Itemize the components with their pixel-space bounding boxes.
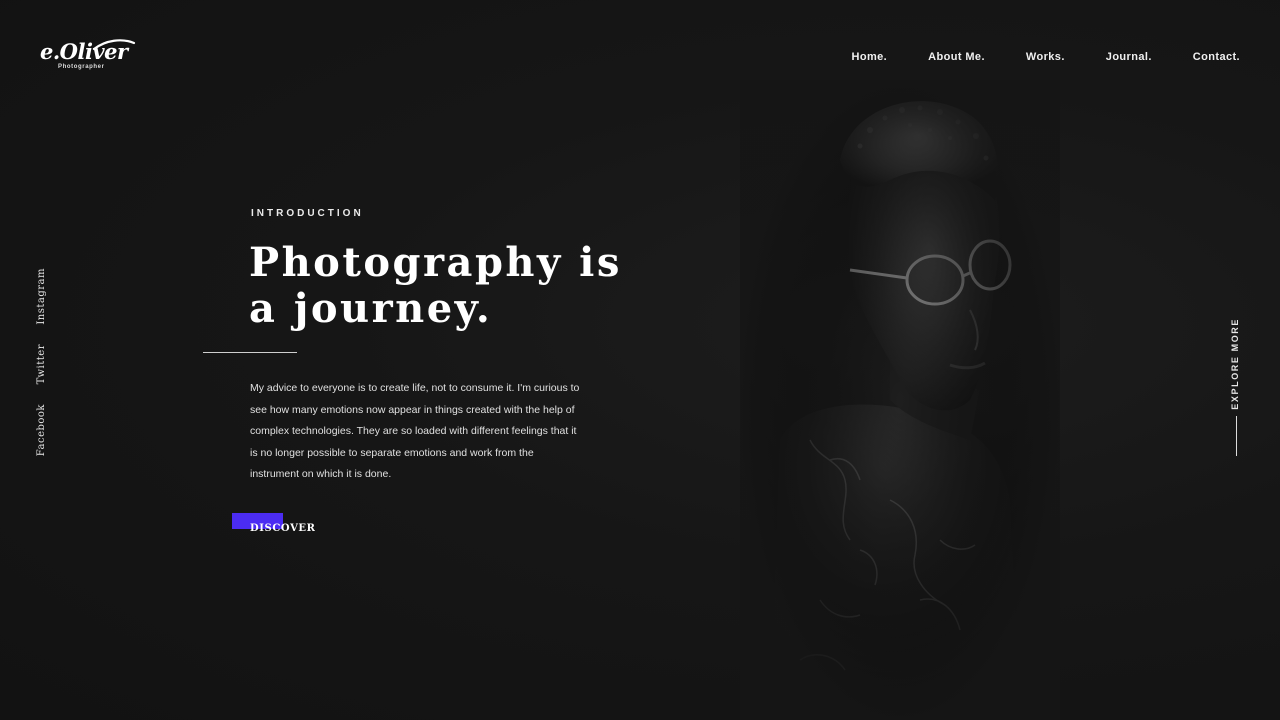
explore-more-label: EXPLORE MORE [1230,318,1240,410]
nav-about-me-label: About Me. [928,51,985,63]
social-link-facebook[interactable]: Facebook [36,404,54,456]
explore-more-link[interactable]: EXPLORE MORE [1228,318,1248,458]
hero-body-text: My advice to everyone is to create life,… [250,382,580,480]
nav-works[interactable]: Works. [1026,50,1065,64]
logo-swash-icon [92,39,136,51]
discover-button[interactable]: DISCOVER [232,513,322,541]
hero-headline: Photography is a journey. [249,240,669,332]
nav-home[interactable]: Home. [833,40,888,64]
nav-journal[interactable]: Journal. [1106,50,1152,64]
nav-about-me[interactable]: About Me. [928,50,985,64]
nav-works-label: Works. [1025,51,1065,63]
hero-headline-line1: Photography is [249,239,622,286]
nav-contact-label: Contact. [1192,51,1240,63]
explore-more-line [1236,416,1237,456]
headline-divider [203,352,297,353]
social-link-instagram[interactable]: Instagram [36,268,54,325]
nav-contact[interactable]: Contact. [1193,50,1240,64]
nav-journal-label: Journal. [1105,51,1152,63]
portrait-photo [740,80,1060,720]
nav-home-label: Home. [851,51,888,63]
logo-subtitle: Photographer [58,64,105,70]
social-link-twitter[interactable]: Twitter [36,344,54,384]
logo[interactable]: e.Oliver Photographer [40,38,140,74]
page: e.Oliver Photographer Home. About Me. Wo… [0,0,1280,720]
intro-eyebrow: INTRODUCTION [251,208,364,219]
hero-headline-line2: a journey. [249,285,493,332]
social-links: Instagram Twitter Facebook [36,268,54,458]
main-nav: Home. About Me. Works. Journal. Contact. [811,40,1240,64]
discover-label: DISCOVER [250,523,316,534]
